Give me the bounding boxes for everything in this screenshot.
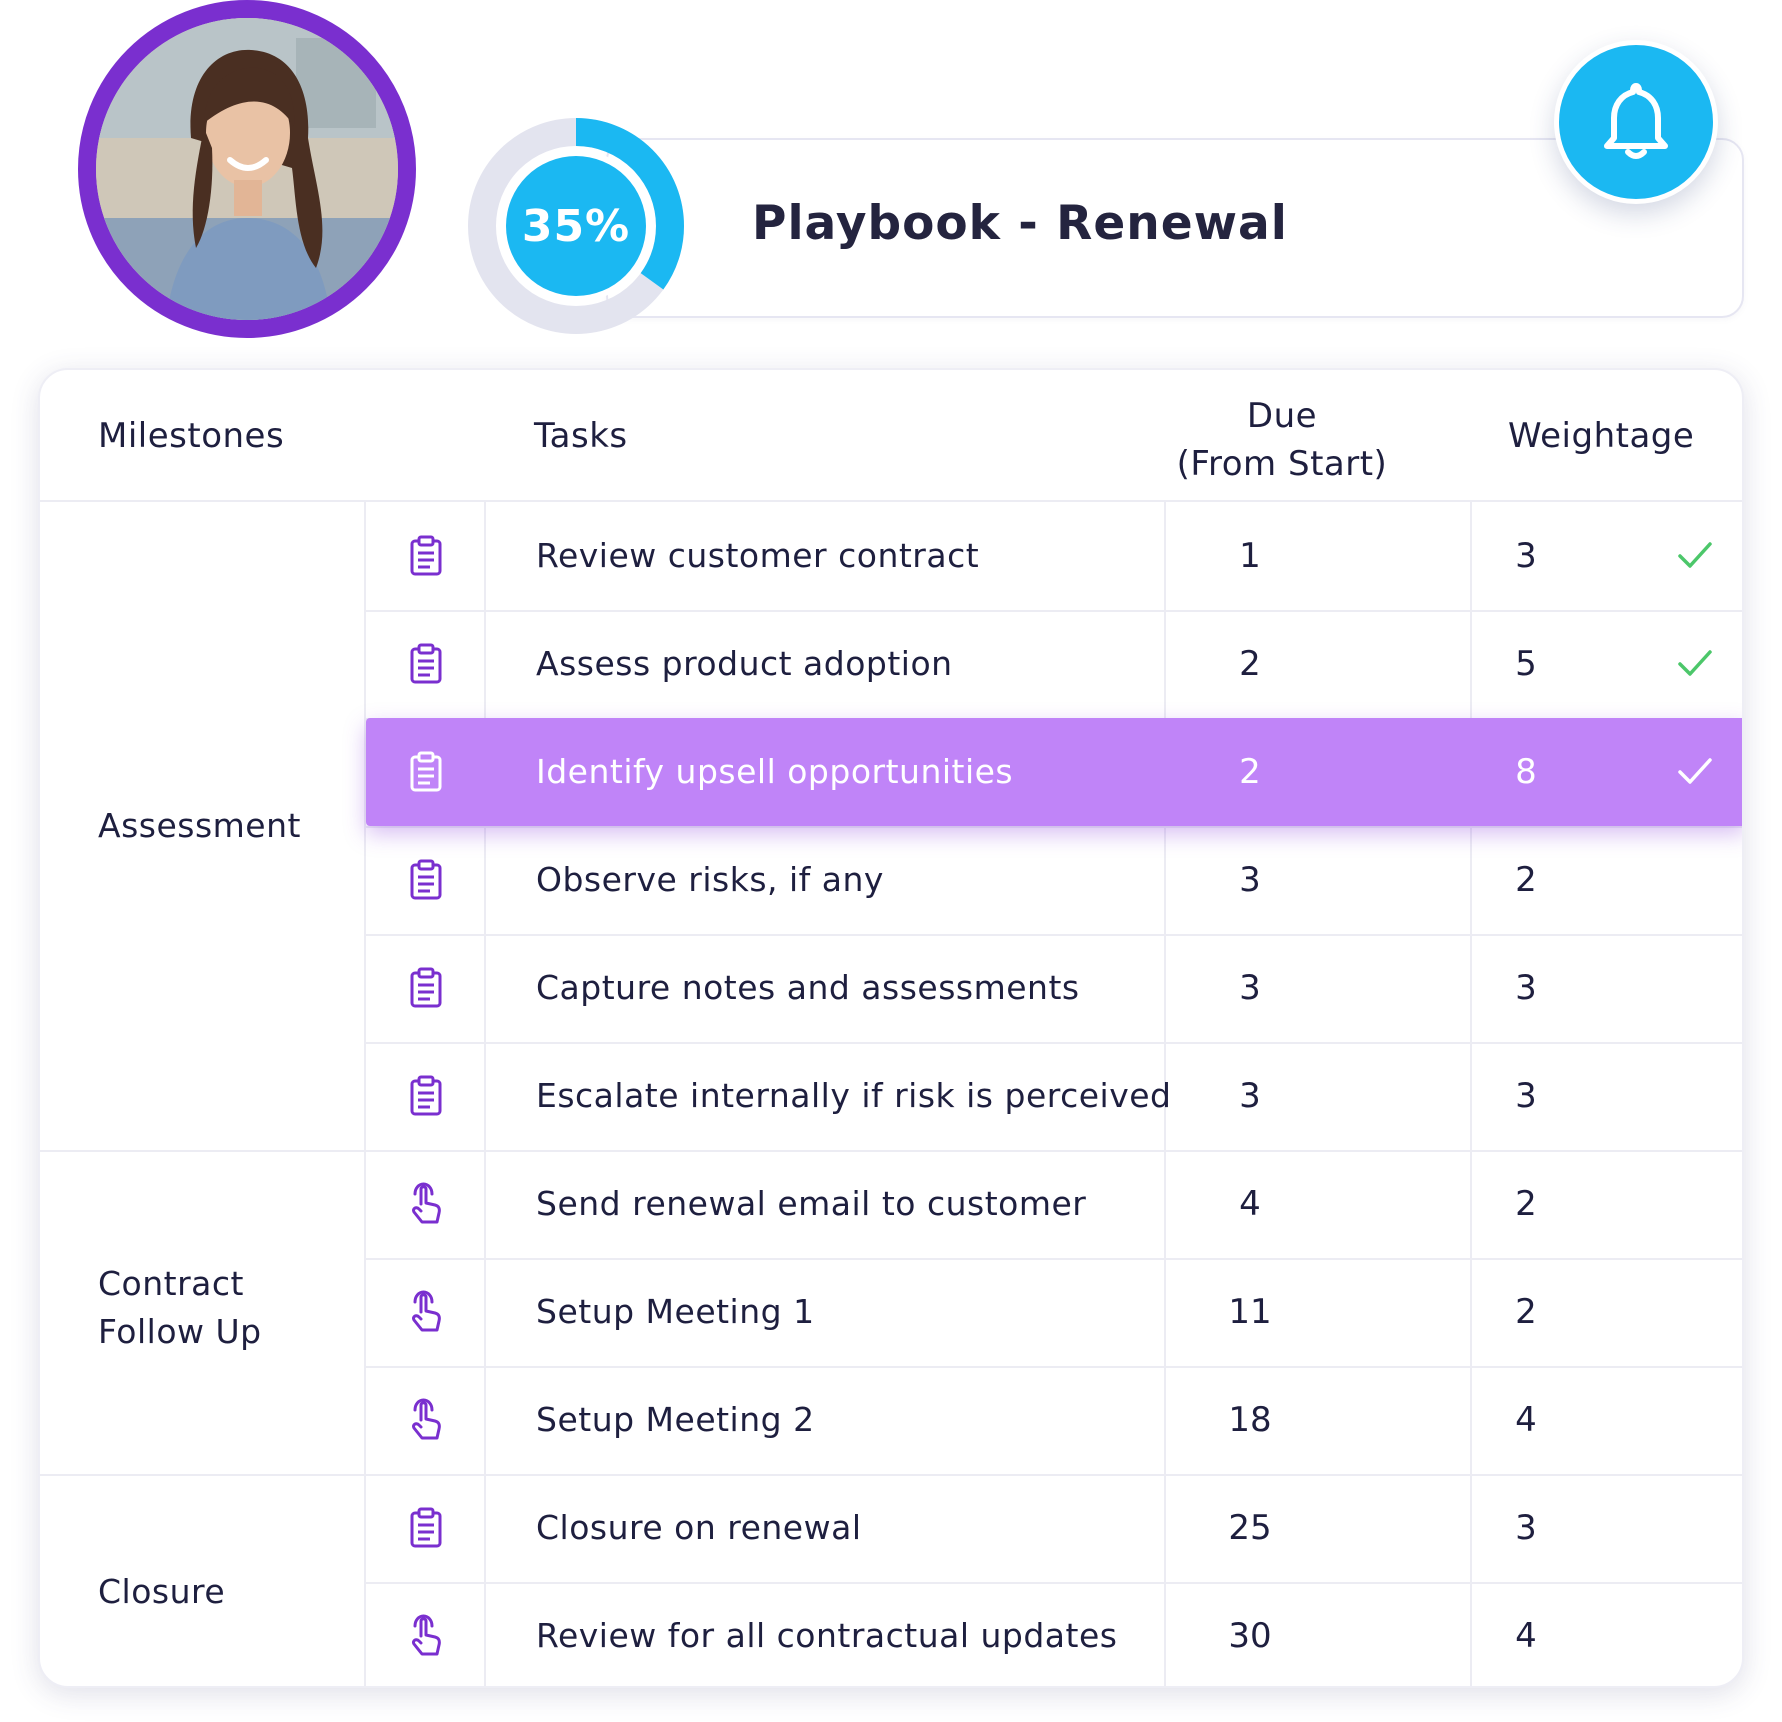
clipboard-icon: [404, 858, 448, 902]
task-weightage: 4: [1515, 1400, 1537, 1440]
checkmark-icon: [1676, 646, 1714, 682]
task-due: 3: [1239, 860, 1261, 900]
task-weightage: 3: [1515, 1508, 1537, 1548]
task-row[interactable]: Assess product adoption 2 5: [366, 610, 1742, 718]
task-name: Identify upsell opportunities: [536, 752, 1014, 791]
clipboard-icon: [404, 750, 448, 794]
task-name: Capture notes and assessments: [536, 968, 1080, 1007]
task-due: 3: [1239, 968, 1261, 1008]
task-due: 2: [1239, 644, 1261, 684]
milestone-contract-follow-up: Contract Follow Up: [98, 1260, 262, 1356]
task-due: 3: [1239, 1076, 1261, 1116]
column-header-due-line2: (From Start): [1176, 444, 1388, 484]
user-photo: [96, 18, 398, 320]
clipboard-icon: [404, 642, 448, 686]
task-name: Closure on renewal: [536, 1508, 862, 1547]
task-row-selected[interactable]: Identify upsell opportunities 2 8: [366, 718, 1742, 826]
column-header-due: Due (From Start): [1162, 392, 1402, 488]
clipboard-icon: [404, 1506, 448, 1550]
task-due: 30: [1228, 1616, 1272, 1656]
clipboard-icon: [404, 534, 448, 578]
milestone-contract-line1: Contract: [98, 1264, 244, 1303]
pointer-hand-icon: [404, 1398, 448, 1442]
progress-percent: 35%: [521, 200, 631, 252]
task-name: Assess product adoption: [536, 644, 953, 683]
task-name: Review for all contractual updates: [536, 1616, 1118, 1655]
task-row[interactable]: Observe risks, if any 3 2: [366, 826, 1742, 934]
task-name: Review customer contract: [536, 536, 980, 575]
task-row[interactable]: Escalate internally if risk is perceived…: [366, 1042, 1742, 1150]
playbook-table: Milestones Tasks Due (From Start) Weight…: [38, 368, 1744, 1688]
task-name: Escalate internally if risk is perceived: [536, 1076, 1172, 1115]
task-row[interactable]: Review for all contractual updates 30 4: [366, 1582, 1742, 1686]
checkmark-icon: [1676, 538, 1714, 574]
task-due: 25: [1228, 1508, 1272, 1548]
task-weightage: 4: [1515, 1616, 1537, 1656]
column-header-weightage: Weightage: [1508, 416, 1695, 456]
task-row[interactable]: Setup Meeting 1 11 2: [366, 1258, 1742, 1366]
notification-button[interactable]: [1554, 40, 1718, 204]
task-weightage: 2: [1515, 1184, 1537, 1224]
milestone-contract-line2: Follow Up: [98, 1312, 262, 1351]
task-row[interactable]: Closure on renewal 25 3: [366, 1474, 1742, 1582]
task-row[interactable]: Capture notes and assessments 3 3: [366, 934, 1742, 1042]
task-weightage: 8: [1515, 752, 1537, 792]
clipboard-icon: [404, 966, 448, 1010]
task-name: Setup Meeting 1: [536, 1292, 815, 1331]
task-weightage: 3: [1515, 968, 1537, 1008]
column-header-milestones: Milestones: [98, 416, 285, 456]
checkmark-icon: [1676, 754, 1714, 790]
task-weightage: 2: [1515, 860, 1537, 900]
clipboard-icon: [404, 1074, 448, 1118]
pointer-hand-icon: [404, 1290, 448, 1334]
task-due: 11: [1228, 1292, 1272, 1332]
milestone-closure: Closure: [98, 1572, 226, 1611]
task-weightage: 3: [1515, 1076, 1537, 1116]
task-due: 2: [1239, 752, 1261, 792]
task-weightage: 5: [1515, 644, 1537, 684]
page-title: Playbook - Renewal: [752, 196, 1288, 251]
column-header-due-line1: Due: [1246, 396, 1318, 436]
task-name: Setup Meeting 2: [536, 1400, 815, 1439]
pointer-hand-icon: [404, 1182, 448, 1226]
column-header-tasks: Tasks: [534, 416, 628, 456]
avatar: [78, 0, 416, 338]
task-row[interactable]: Review customer contract 1 3: [366, 502, 1742, 610]
task-name: Observe risks, if any: [536, 860, 884, 899]
task-weightage: 2: [1515, 1292, 1537, 1332]
task-due: 18: [1228, 1400, 1272, 1440]
task-row[interactable]: Send renewal email to customer 4 2: [366, 1150, 1742, 1258]
task-weightage: 3: [1515, 536, 1537, 576]
task-row[interactable]: Setup Meeting 2 18 4: [366, 1366, 1742, 1474]
pointer-hand-icon: [404, 1614, 448, 1658]
milestone-assessment: Assessment: [98, 806, 301, 845]
task-due: 4: [1239, 1184, 1261, 1224]
task-name: Send renewal email to customer: [536, 1184, 1087, 1223]
task-due: 1: [1239, 536, 1261, 576]
bell-icon: [1604, 83, 1668, 159]
